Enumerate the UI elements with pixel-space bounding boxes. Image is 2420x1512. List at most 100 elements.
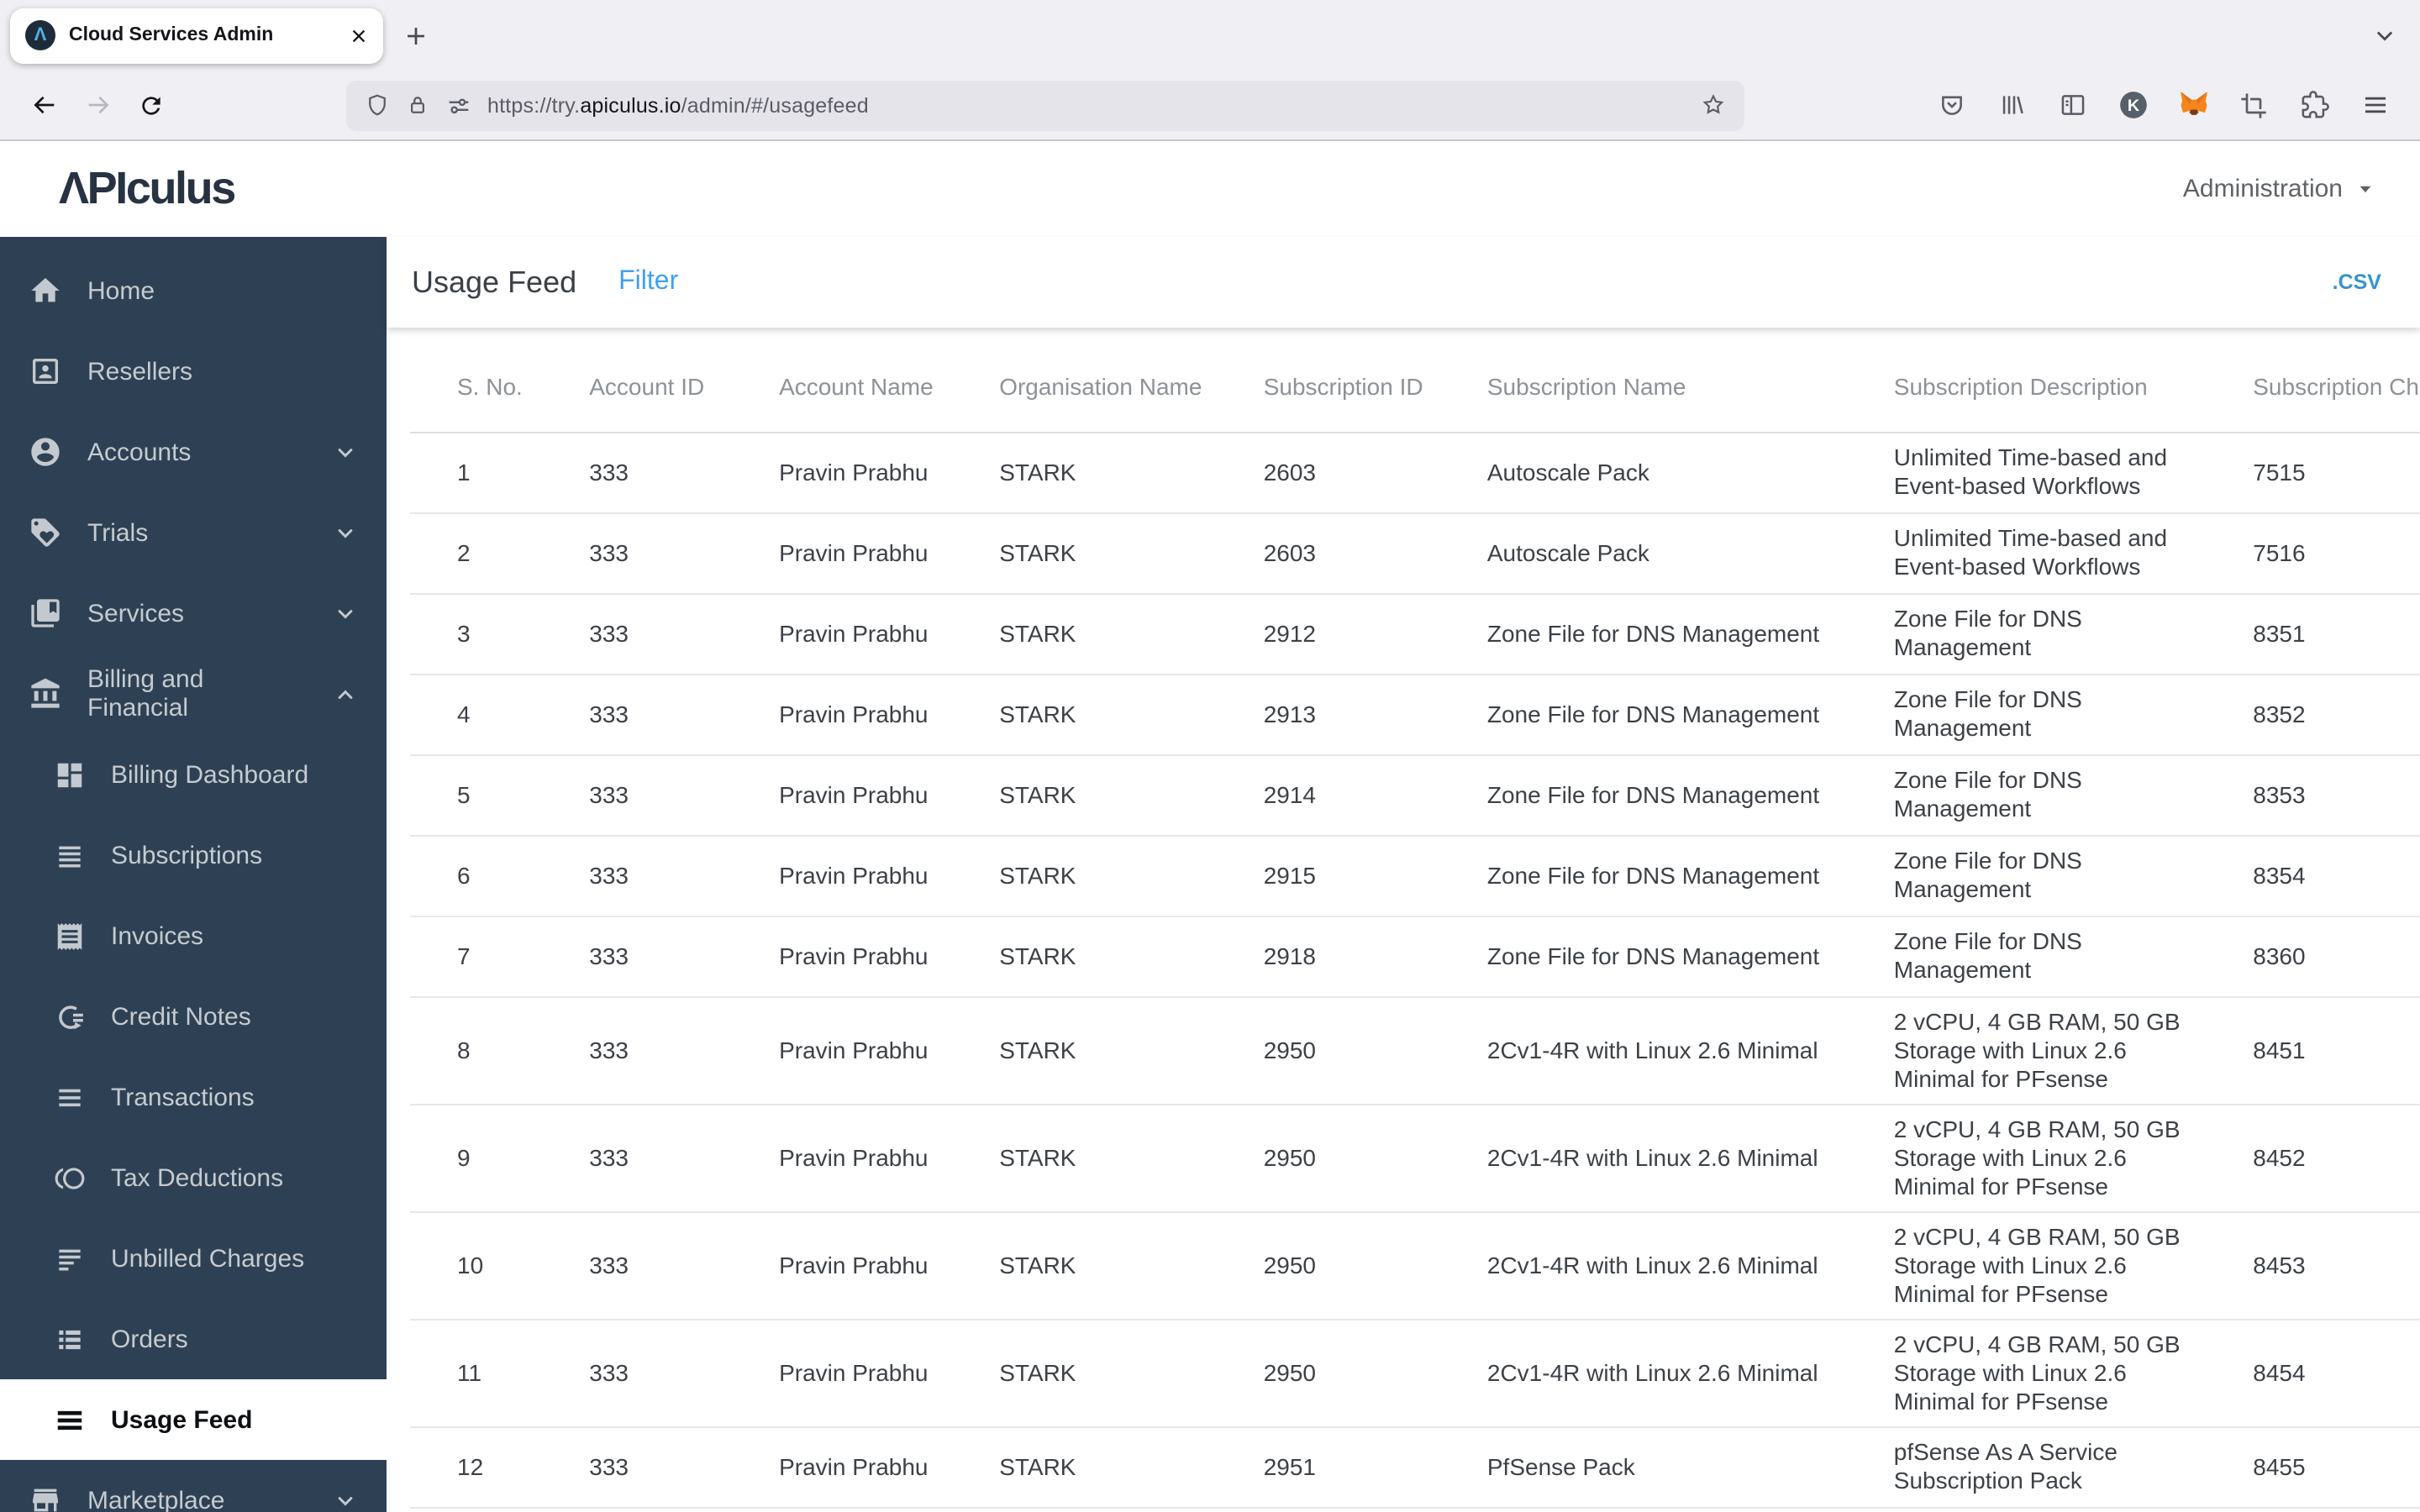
cell-subscription-id: 2912 <box>1216 593 1440 675</box>
screenshot-crop-icon[interactable] <box>2230 81 2277 129</box>
reload-button[interactable] <box>124 78 178 132</box>
lock-icon[interactable] <box>405 92 430 118</box>
sidebar-item-label: Accounts <box>87 438 192 466</box>
tax-deductions-icon <box>54 1162 86 1194</box>
cell-s-no: 7 <box>410 916 543 997</box>
page-title-bar: Usage Feed Filter .CSV <box>387 237 2420 328</box>
pocket-icon[interactable] <box>1928 81 1975 129</box>
sidebar-item-credit-notes[interactable]: Credit Notes <box>0 976 387 1057</box>
metamask-extension-icon[interactable] <box>2170 81 2217 129</box>
cell-subscription-id: 2950 <box>1216 1319 1440 1427</box>
cell-subscription-id: 2951 <box>1216 1426 1440 1508</box>
toolbar-extensions-area: K <box>1928 81 2398 129</box>
sidebar-item-home[interactable]: Home <box>0 250 387 331</box>
cell-s-no: 10 <box>410 1211 543 1320</box>
marketplace-icon <box>29 1483 62 1512</box>
cell-organisation-name: STARK <box>952 593 1217 675</box>
sidebar-item-tax-deductions[interactable]: Tax Deductions <box>0 1137 387 1218</box>
shield-icon[interactable] <box>365 92 390 118</box>
resellers-icon <box>29 354 62 388</box>
administration-menu[interactable]: Administration <box>2183 175 2375 203</box>
new-tab-button[interactable] <box>403 23 429 48</box>
cell-subscription-charge: 8351 <box>2206 593 2420 675</box>
sidebar-item-transactions[interactable]: Transactions <box>0 1057 387 1137</box>
app-menu-hamburger-icon[interactable] <box>2351 81 2398 129</box>
billing-icon <box>29 677 62 711</box>
trials-icon <box>29 516 62 549</box>
forward-button[interactable] <box>71 78 124 132</box>
subscriptions-icon <box>54 839 86 871</box>
column-header-account-id: Account ID <box>542 341 733 433</box>
tab-close-icon[interactable] <box>350 26 368 45</box>
keeper-extension-icon[interactable]: K <box>2109 81 2156 129</box>
table-row: 9 333 Pravin Prabhu STARK 2950 2Cv1-4R with L… <box>410 1104 2420 1212</box>
sidebar-item-trials[interactable]: Trials <box>0 492 387 573</box>
library-icon[interactable] <box>1988 81 2035 129</box>
sidebar-item-label: Services <box>87 599 185 627</box>
sidebar-item-services[interactable]: Services <box>0 573 387 654</box>
sidebar-item-billing-and-financial[interactable]: Billing and Financial <box>0 654 387 734</box>
sidebar-item-billing-dashboard[interactable]: Billing Dashboard <box>0 734 387 815</box>
sidebar-item-label: Subscriptions <box>111 841 263 869</box>
extensions-puzzle-icon[interactable] <box>2291 81 2338 129</box>
tab-list-chevron-icon[interactable] <box>2373 24 2396 47</box>
cell-account-id: 333 <box>542 593 733 675</box>
sidebar-item-subscriptions[interactable]: Subscriptions <box>0 815 387 895</box>
csv-export-link[interactable]: .CSV <box>2333 270 2381 294</box>
cell-s-no: 2 <box>410 512 543 594</box>
billing-dashboard-icon <box>54 759 86 790</box>
cell-subscription-description: Zone File for DNS Management <box>1846 916 2207 997</box>
apiculus-logo[interactable]: ΛPIculus <box>59 163 236 215</box>
sidebar-item-accounts[interactable]: Accounts <box>0 412 387 492</box>
browser-toolbar: https://try.apiculus.io/admin/#/usagefee… <box>0 71 2420 141</box>
sidebar-item-label: Transactions <box>111 1083 255 1111</box>
sidebar-item-label: Trials <box>87 518 149 547</box>
sidebar-item-label: Tax Deductions <box>111 1163 284 1192</box>
sidebar-item-invoices[interactable]: Invoices <box>0 895 387 976</box>
cell-account-name: Pravin Prabhu <box>732 1319 953 1427</box>
cell-subscription-charge: 8455 <box>2206 1426 2420 1508</box>
table-row: 1 333 Pravin Prabhu STARK 2603 Autoscale Pack… <box>410 432 2420 513</box>
services-icon <box>29 596 62 630</box>
column-header-subscription-charge: Subscription Charge <box>2206 341 2420 433</box>
sidebar-item-label: Billing and Financial <box>87 665 204 722</box>
back-button[interactable] <box>17 78 71 132</box>
sidebar-item-label: Credit Notes <box>111 1002 251 1031</box>
cell-subscription-id: 2915 <box>1216 835 1440 916</box>
cell-subscription-charge: 8354 <box>2206 835 2420 916</box>
accounts-icon <box>29 435 62 469</box>
sidebar-toggle-icon[interactable] <box>2049 81 2096 129</box>
sidebar-item-label: Marketplace <box>87 1486 225 1512</box>
sidebar-item-resellers[interactable]: Resellers <box>0 331 387 412</box>
table-row: 8 333 Pravin Prabhu STARK 2950 2Cv1-4R with L… <box>410 996 2420 1105</box>
cell-s-no: 4 <box>410 674 543 755</box>
cell-account-name: Pravin Prabhu <box>732 835 953 916</box>
sidebar-item-label: Invoices <box>111 921 204 950</box>
cell-subscription-id: 2914 <box>1216 754 1440 836</box>
cell-subscription-id: 2603 <box>1216 512 1440 594</box>
home-icon <box>29 274 62 307</box>
cell-account-id: 333 <box>542 432 733 513</box>
sidebar-item-marketplace[interactable]: Marketplace <box>0 1460 387 1512</box>
url-bar[interactable]: https://try.apiculus.io/admin/#/usagefee… <box>346 80 1744 130</box>
cell-organisation-name: STARK <box>952 1104 1217 1212</box>
invoices-icon <box>54 920 86 952</box>
cell-s-no: 11 <box>410 1319 543 1427</box>
cell-organisation-name: STARK <box>952 1426 1217 1508</box>
cell-subscription-charge: 8353 <box>2206 754 2420 836</box>
sidebar-item-label: Home <box>87 276 155 305</box>
bookmark-star-icon[interactable] <box>1701 92 1726 118</box>
browser-tab[interactable]: Λ Cloud Services Admin <box>10 8 383 63</box>
column-header-account-name: Account Name <box>732 341 953 433</box>
sidebar-item-unbilled-charges[interactable]: Unbilled Charges <box>0 1218 387 1299</box>
permissions-icon[interactable] <box>445 92 472 118</box>
filter-link[interactable]: Filter <box>618 267 678 297</box>
sidebar-item-orders[interactable]: Orders <box>0 1299 387 1379</box>
table-row: 10 333 Pravin Prabhu STARK 2950 2Cv1-4R with … <box>410 1211 2420 1320</box>
cell-account-name: Pravin Prabhu <box>732 754 953 836</box>
cell-subscription-name: 2Cv1-4R with Linux 2.6 Minimal <box>1439 1104 1847 1212</box>
usage-feed-table-wrap[interactable]: S. No. Account ID Account Name Organisation… <box>387 328 2420 1512</box>
cell-subscription-description: Unlimited Time-based and Event-based Wor… <box>1846 512 2207 594</box>
sidebar-item-usage-feed[interactable]: Usage Feed <box>0 1379 387 1460</box>
cell-subscription-description: Zone File for DNS Management <box>1846 674 2207 755</box>
